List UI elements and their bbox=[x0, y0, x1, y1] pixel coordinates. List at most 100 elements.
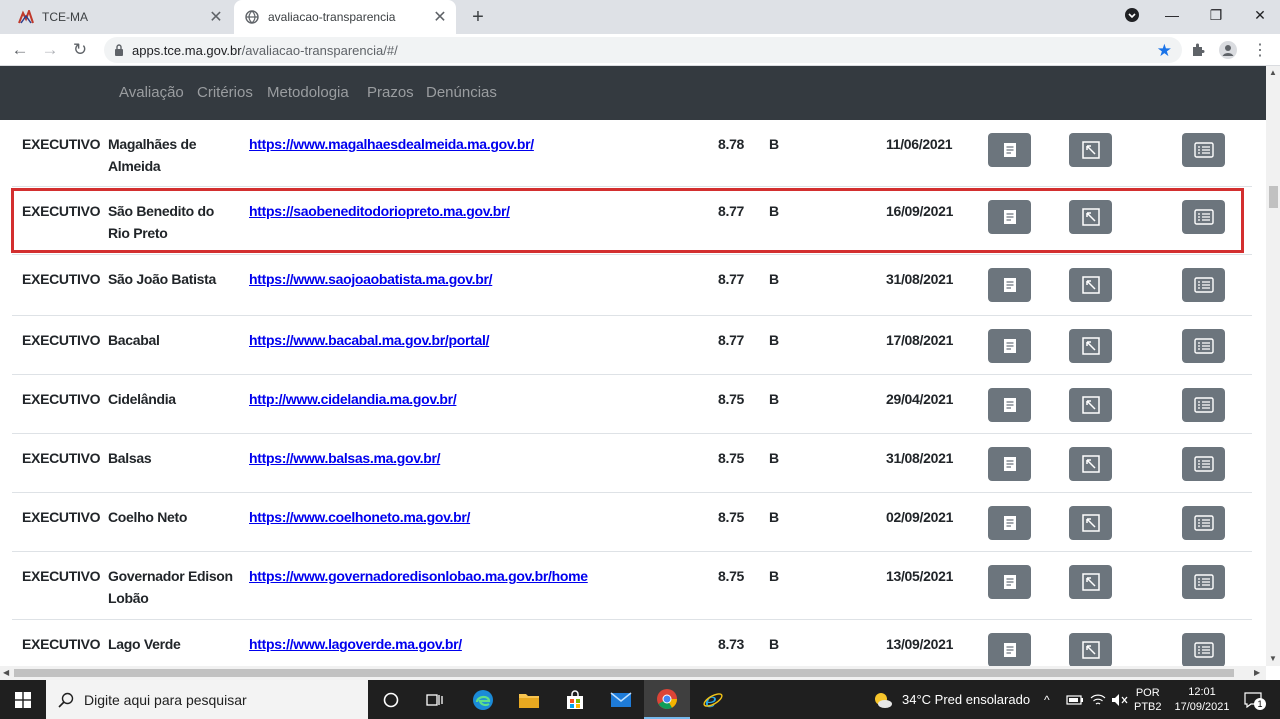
open-external-button[interactable] bbox=[1069, 506, 1112, 540]
cell-data: 17/08/2021 bbox=[886, 332, 954, 348]
document-button[interactable] bbox=[988, 565, 1031, 599]
battery-icon[interactable] bbox=[1066, 680, 1084, 719]
tab-tce-ma[interactable]: TCE-MA ✕ bbox=[8, 0, 232, 34]
volume-muted-icon[interactable] bbox=[1111, 680, 1129, 719]
cell-url-link[interactable]: http://www.cidelandia.ma.gov.br/ bbox=[249, 388, 457, 410]
scroll-down-arrow-icon[interactable]: ▼ bbox=[1269, 654, 1277, 663]
back-arrow-icon[interactable]: ← bbox=[8, 38, 32, 62]
edge-icon[interactable] bbox=[460, 680, 506, 719]
tab-search-icon[interactable] bbox=[1112, 0, 1152, 30]
internet-explorer-icon[interactable]: e bbox=[690, 680, 736, 719]
forward-arrow-icon[interactable]: → bbox=[38, 38, 62, 62]
weather-widget[interactable]: 34°C Pred ensolarado bbox=[872, 680, 1030, 719]
cell-url-link[interactable]: https://www.lagoverde.ma.gov.br/ bbox=[249, 633, 462, 655]
details-card-button[interactable] bbox=[1182, 565, 1225, 599]
sun-cloud-icon bbox=[872, 691, 894, 709]
details-card-button[interactable] bbox=[1182, 388, 1225, 422]
cell-url-link[interactable]: https://www.magalhaesdealmeida.ma.gov.br… bbox=[249, 133, 534, 155]
document-button[interactable] bbox=[988, 506, 1031, 540]
open-external-button[interactable] bbox=[1069, 133, 1112, 167]
open-external-button[interactable] bbox=[1069, 633, 1112, 666]
document-button[interactable] bbox=[988, 633, 1031, 666]
details-card-button[interactable] bbox=[1182, 133, 1225, 167]
nav-avaliacao[interactable]: Avaliação bbox=[119, 84, 184, 101]
scroll-up-arrow-icon[interactable]: ▲ bbox=[1269, 68, 1277, 77]
vertical-scrollbar[interactable]: ▲ ▼ bbox=[1266, 66, 1280, 666]
language-indicator[interactable]: POR PTB2 bbox=[1134, 680, 1162, 719]
close-tab-icon[interactable]: ✕ bbox=[430, 7, 450, 27]
clock[interactable]: 12:01 17/09/2021 bbox=[1174, 680, 1230, 719]
new-tab-plus-icon[interactable]: + bbox=[466, 5, 490, 29]
extensions-puzzle-icon[interactable] bbox=[1186, 38, 1210, 62]
nav-denuncias[interactable]: Denúncias bbox=[426, 84, 497, 101]
document-button[interactable] bbox=[988, 133, 1031, 167]
details-card-button[interactable] bbox=[1182, 200, 1225, 234]
details-card-button[interactable] bbox=[1182, 329, 1225, 363]
windows-start-icon[interactable] bbox=[0, 680, 46, 719]
tab-avaliacao-transparencia[interactable]: avaliacao-transparencia ✕ bbox=[234, 0, 456, 34]
horizontal-scrollbar[interactable]: ◀ ▶ bbox=[0, 666, 1266, 680]
nav-criterios[interactable]: Critérios bbox=[197, 84, 253, 101]
horizontal-scroll-thumb[interactable] bbox=[14, 669, 1234, 677]
cell-url-link[interactable]: https://www.balsas.ma.gov.br/ bbox=[249, 447, 441, 469]
chrome-icon[interactable] bbox=[644, 680, 690, 719]
details-card-button[interactable] bbox=[1182, 506, 1225, 540]
open-external-button[interactable] bbox=[1069, 388, 1112, 422]
table-row: EXECUTIVO Cidelândia http://www.cidelandia… bbox=[12, 375, 1252, 434]
show-hidden-icons-chevron-icon[interactable]: ^ bbox=[1044, 680, 1050, 719]
cell-tipo: EXECUTIVO bbox=[22, 509, 101, 525]
document-button[interactable] bbox=[988, 329, 1031, 363]
open-external-button[interactable] bbox=[1069, 200, 1112, 234]
open-external-icon bbox=[1081, 640, 1101, 660]
open-external-button[interactable] bbox=[1069, 565, 1112, 599]
document-button[interactable] bbox=[988, 447, 1031, 481]
bookmark-star-icon[interactable]: ★ bbox=[1157, 41, 1172, 61]
document-icon bbox=[1003, 142, 1017, 158]
file-explorer-icon[interactable] bbox=[506, 680, 552, 719]
scroll-right-arrow-icon[interactable]: ▶ bbox=[1254, 668, 1260, 677]
cell-tipo: EXECUTIVO bbox=[22, 568, 101, 584]
cell-nota: 8.77 bbox=[718, 332, 745, 348]
cell-url-link[interactable]: https://www.bacabal.ma.gov.br/portal/ bbox=[249, 329, 489, 351]
address-bar[interactable]: apps.tce.ma.gov.br/avaliacao-transparenc… bbox=[104, 37, 1182, 63]
task-view-icon[interactable] bbox=[412, 680, 458, 719]
close-window-icon[interactable]: ✕ bbox=[1240, 0, 1280, 30]
cortana-circle-icon[interactable] bbox=[368, 680, 414, 719]
minimize-icon[interactable]: — bbox=[1152, 0, 1192, 30]
reload-icon[interactable]: ↻ bbox=[68, 38, 92, 62]
nav-prazos[interactable]: Prazos bbox=[367, 84, 414, 101]
open-external-button[interactable] bbox=[1069, 329, 1112, 363]
mail-icon[interactable] bbox=[598, 680, 644, 719]
store-bag-icon[interactable] bbox=[552, 680, 598, 719]
close-tab-icon[interactable]: ✕ bbox=[206, 7, 226, 27]
document-button[interactable] bbox=[988, 388, 1031, 422]
details-card-button[interactable] bbox=[1182, 447, 1225, 481]
vertical-scroll-thumb[interactable] bbox=[1269, 186, 1278, 208]
nav-metodologia[interactable]: Metodologia bbox=[267, 84, 349, 101]
notification-center-icon[interactable]: 1 bbox=[1238, 680, 1268, 719]
cell-url-link[interactable]: https://saobeneditodoriopreto.ma.gov.br/ bbox=[249, 200, 510, 222]
wifi-icon[interactable] bbox=[1090, 680, 1106, 719]
open-external-button[interactable] bbox=[1069, 268, 1112, 302]
open-external-button[interactable] bbox=[1069, 447, 1112, 481]
clock-time: 12:01 bbox=[1188, 685, 1216, 698]
scroll-left-arrow-icon[interactable]: ◀ bbox=[3, 668, 9, 677]
details-card-button[interactable] bbox=[1182, 633, 1225, 666]
document-button[interactable] bbox=[988, 200, 1031, 234]
cell-url-link[interactable]: https://www.saojoaobatista.ma.gov.br/ bbox=[249, 268, 493, 290]
details-card-button[interactable] bbox=[1182, 268, 1225, 302]
cell-nome: Magalhães de Almeida bbox=[108, 136, 197, 174]
document-button[interactable] bbox=[988, 268, 1031, 302]
taskbar-search-box[interactable]: Digite aqui para pesquisar bbox=[46, 680, 368, 719]
document-icon bbox=[1003, 515, 1017, 531]
cell-url-link[interactable]: https://www.governadoredisonlobao.ma.gov… bbox=[249, 565, 588, 587]
tab-title: TCE-MA bbox=[42, 10, 88, 24]
profile-avatar-icon[interactable] bbox=[1216, 38, 1240, 62]
kebab-menu-icon[interactable]: ⋮ bbox=[1248, 38, 1272, 62]
restore-icon[interactable]: ❐ bbox=[1196, 0, 1236, 30]
cell-url-link[interactable]: https://www.coelhoneto.ma.gov.br/ bbox=[249, 506, 470, 528]
open-external-icon bbox=[1081, 454, 1101, 474]
cell-nome: São João Batista bbox=[108, 271, 217, 287]
search-placeholder: Digite aqui para pesquisar bbox=[84, 691, 247, 708]
document-icon bbox=[1003, 397, 1017, 413]
